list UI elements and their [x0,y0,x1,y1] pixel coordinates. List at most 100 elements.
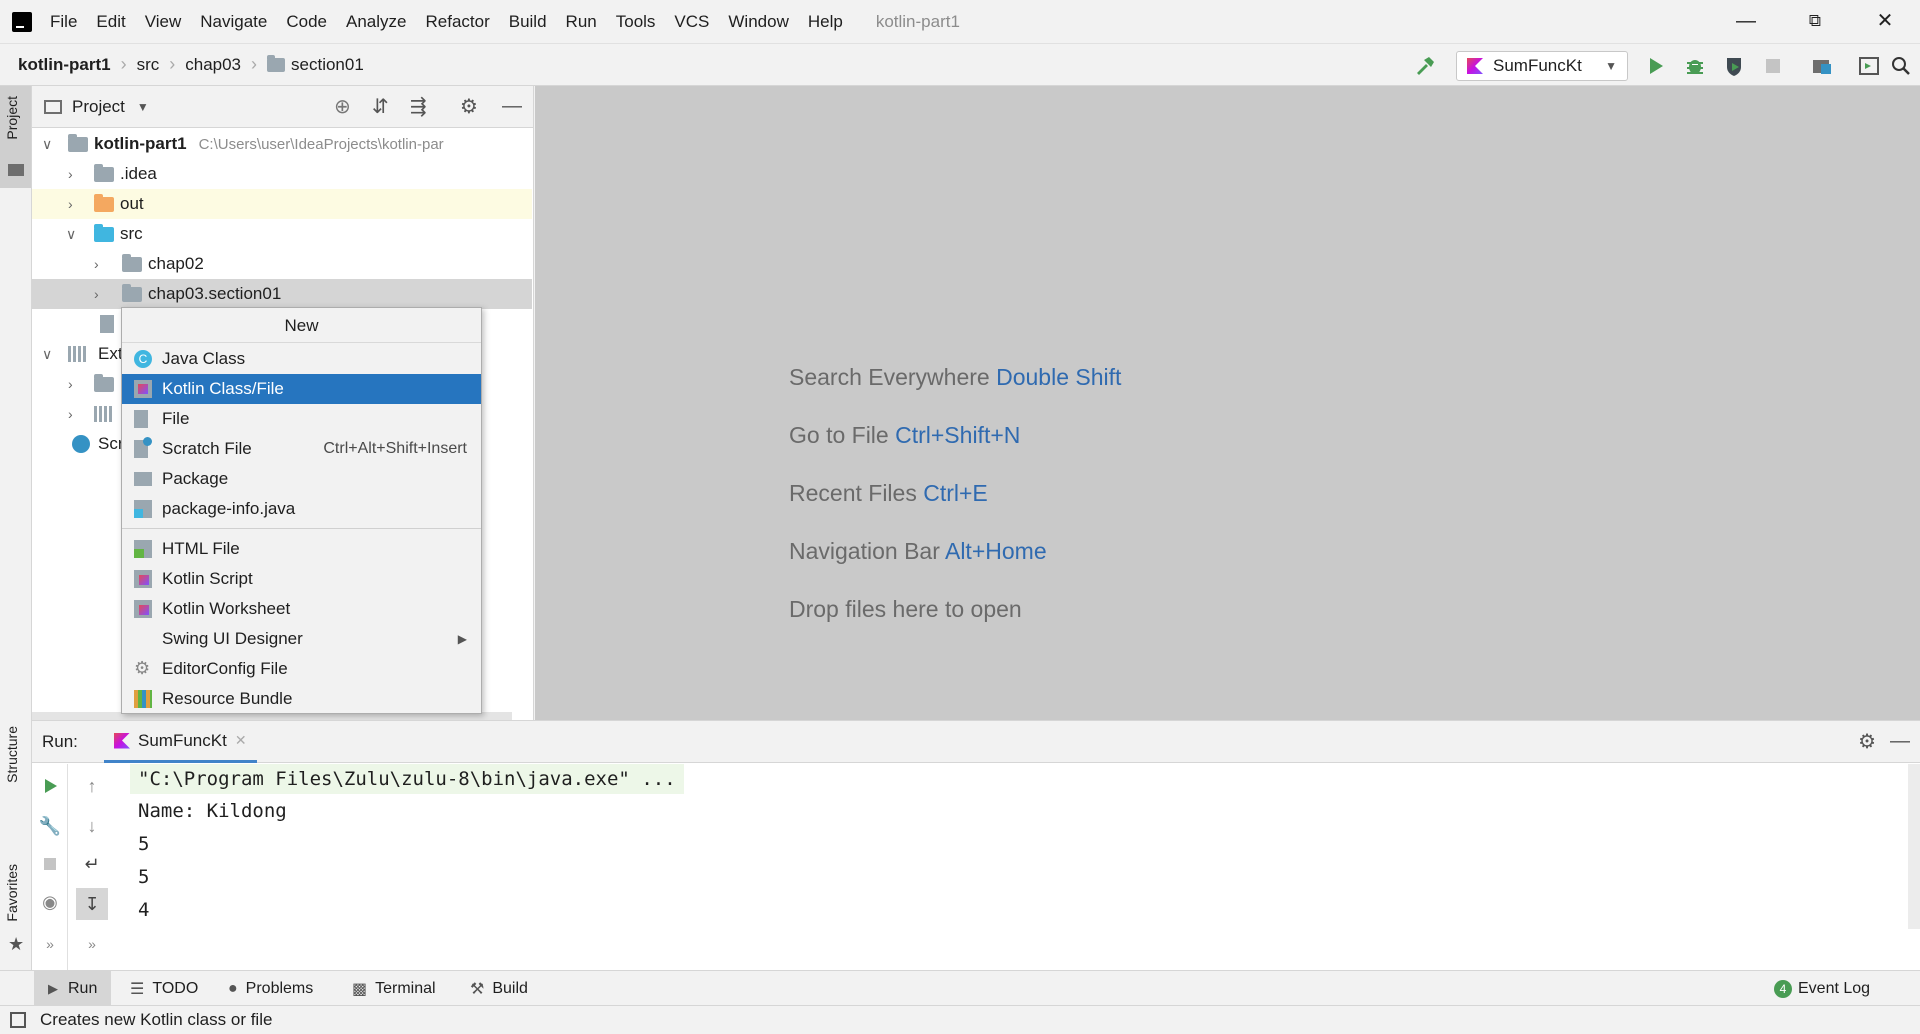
hide-icon[interactable]: — [1890,730,1910,753]
tree-item-label: chap02 [148,254,204,273]
close-tab-icon[interactable]: ✕ [235,732,247,749]
stop-icon[interactable] [1762,55,1784,77]
run-anything-icon[interactable] [1858,55,1880,77]
breadcrumb-src[interactable]: src [137,55,160,75]
star-icon: ★ [8,934,25,954]
menu-item-resource-bundle[interactable]: Resource Bundle [122,684,481,714]
menu-view[interactable]: View [145,12,182,32]
tree-item-out[interactable]: › out [32,189,532,219]
search-icon[interactable] [1890,55,1912,77]
tree-item-idea[interactable]: › .idea [32,159,532,189]
menu-code[interactable]: Code [286,12,327,32]
menu-item-package-info[interactable]: package-info.java [122,494,481,524]
tree-item-chap02[interactable]: › chap02 [32,249,532,279]
chevron-right-icon[interactable]: › [94,256,106,272]
menu-edit[interactable]: Edit [96,12,125,32]
excluded-folder-icon [94,193,114,212]
menu-item-label: EditorConfig File [162,659,288,678]
rerun-icon[interactable] [38,774,62,798]
tool-windows-toggle-icon[interactable] [10,1012,26,1028]
favorites-tab[interactable]: Favorites [4,864,20,922]
tab-run[interactable]: ▶ Run [34,971,112,1006]
menu-run[interactable]: Run [566,12,597,32]
chevron-right-icon[interactable]: › [94,286,106,302]
menu-vcs[interactable]: VCS [674,12,709,32]
menu-item-kotlin-class-file[interactable]: Kotlin Class/File [122,374,481,404]
camera-icon[interactable]: ◉ [38,890,62,914]
menu-item-scratch-file[interactable]: Scratch File Ctrl+Alt+Shift+Insert [122,434,481,464]
chevron-down-icon[interactable]: ∨ [42,346,54,363]
menu-item-java-class[interactable]: C Java Class [122,344,481,374]
scroll-to-end-icon[interactable]: ↧ [76,888,108,920]
stop-icon[interactable] [38,852,62,876]
build-hammer-icon[interactable] [1414,55,1436,77]
run-configuration-select[interactable]: SumFuncKt ▼ [1456,51,1628,81]
debug-icon[interactable] [1684,55,1706,77]
run-configuration-label: SumFuncKt [1493,56,1582,75]
menu-file[interactable]: File [50,12,77,32]
run-icon[interactable] [1645,55,1667,77]
gear-icon[interactable]: ⚙ [460,94,478,119]
chevron-right-icon[interactable]: › [68,196,80,212]
project-structure-icon[interactable] [1811,55,1833,77]
tab-terminal[interactable]: ▩ Terminal [352,971,436,1006]
collapse-all-icon[interactable]: ⇶ [410,94,427,119]
chevron-right-icon[interactable]: › [68,166,80,182]
soft-wrap-icon[interactable]: ↵ [80,852,104,876]
menu-analyze[interactable]: Analyze [346,12,406,32]
restore-icon[interactable]: ⧉ [1800,8,1830,34]
menu-item-package[interactable]: Package [122,464,481,494]
hide-icon[interactable]: — [502,95,522,118]
chevron-down-icon: ▼ [1605,59,1617,73]
project-view-select[interactable]: Project [72,97,125,117]
locate-icon[interactable]: ⊕ [334,94,351,119]
menu-item-swing-ui-designer[interactable]: Swing UI Designer ▶ [122,624,481,654]
menu-help[interactable]: Help [808,12,843,32]
menu-item-editorconfig-file[interactable]: ⚙ EditorConfig File [122,654,481,684]
wrench-icon[interactable]: 🔧 [38,814,62,838]
minimize-icon[interactable]: — [1731,8,1761,34]
menu-item-label: Kotlin Script [162,569,253,588]
menu-window[interactable]: Window [728,12,788,32]
tree-item-label: Ext [98,344,123,363]
breadcrumb-project[interactable]: kotlin-part1 [18,55,111,75]
chevron-right-icon[interactable]: › [68,376,80,392]
chevron-right-icon[interactable]: › [68,406,80,422]
tree-item-label: kotlin-part1 [94,134,187,153]
menu-item-kotlin-worksheet[interactable]: Kotlin Worksheet [122,594,481,624]
chevron-down-icon[interactable]: ∨ [42,136,54,153]
menu-refactor[interactable]: Refactor [425,12,489,32]
breadcrumb-chap03[interactable]: chap03 [185,55,241,75]
chevron-down-icon[interactable]: ▼ [137,100,149,114]
tree-item-chap03-section01[interactable]: › chap03.section01 [32,279,532,309]
tab-todo[interactable]: ☰ TODO [130,971,198,1006]
menu-item-file[interactable]: File [122,404,481,434]
close-icon[interactable]: ✕ [1870,8,1900,34]
menu-item-kotlin-script[interactable]: Kotlin Script [122,564,481,594]
hint-recent-files: Recent Files Ctrl+E [789,480,988,507]
run-tab-sumfunckt[interactable]: SumFuncKt ✕ [104,721,257,763]
menu-build[interactable]: Build [509,12,547,32]
arrow-down-icon[interactable]: ↓ [80,814,104,838]
gear-icon[interactable]: ⚙ [1858,729,1876,754]
more-icon[interactable]: » [80,932,104,956]
menu-navigate[interactable]: Navigate [200,12,267,32]
tree-item-kotlin-part1[interactable]: ∨ kotlin-part1 C:\Users\user\IdeaProject… [32,129,532,159]
tab-event-log[interactable]: 4 Event Log [1774,971,1870,1006]
coverage-icon[interactable] [1723,55,1745,77]
console-scrollbar[interactable] [1908,764,1920,929]
structure-tab[interactable]: Structure [4,726,20,783]
arrow-up-icon[interactable]: ↑ [80,774,104,798]
more-icon[interactable]: » [38,932,62,956]
project-panel-header: Project ▼ ⊕ ⇵ ⇶ ⚙ — [32,86,533,128]
expand-all-icon[interactable]: ⇵ [372,94,389,119]
menu-item-html-file[interactable]: HTML File [122,534,481,564]
breadcrumb-section01[interactable]: section01 [291,55,364,75]
project-tool-tab[interactable]: Project [0,86,31,188]
menu-tools[interactable]: Tools [616,12,656,32]
menu-item-label: Package [162,469,229,488]
chevron-down-icon[interactable]: ∨ [66,226,78,243]
tree-item-src[interactable]: ∨ src [32,219,532,249]
tab-problems[interactable]: ● Problems [228,971,313,1006]
tab-build[interactable]: ⚒ Build [470,971,528,1006]
